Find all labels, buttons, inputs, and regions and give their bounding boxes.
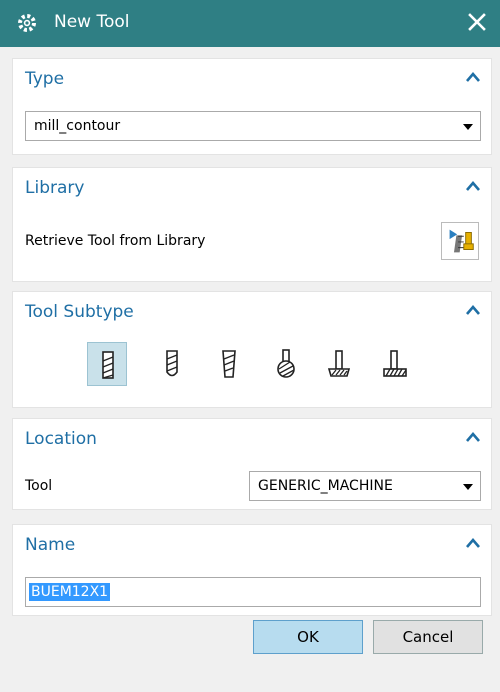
collapse-chevron-icon[interactable] — [465, 537, 481, 549]
collapse-chevron-icon[interactable] — [465, 431, 481, 443]
tool-subtype-section-title: Tool Subtype — [25, 302, 134, 322]
close-icon[interactable] — [466, 11, 488, 33]
spherical-mill-icon — [277, 349, 295, 378]
name-section: Name BUEM12X1 — [12, 524, 492, 616]
tool-name-selected-text: BUEM12X1 — [29, 583, 111, 601]
subtype-t-cutter[interactable] — [319, 342, 359, 386]
location-section-title: Location — [25, 429, 97, 449]
subtype-mill[interactable] — [87, 342, 127, 386]
collapse-chevron-icon[interactable] — [465, 71, 481, 83]
barrel-cutter-icon — [383, 350, 407, 377]
name-section-title: Name — [25, 535, 76, 555]
cancel-button[interactable]: Cancel — [373, 620, 483, 654]
subtype-chamfer-mill[interactable] — [209, 342, 249, 386]
library-section-title: Library — [25, 178, 85, 198]
ok-button[interactable]: OK — [253, 620, 363, 654]
dropdown-arrow-icon — [463, 484, 473, 490]
tool-name-input[interactable]: BUEM12X1 — [25, 577, 481, 607]
collapse-chevron-icon[interactable] — [465, 180, 481, 192]
chamfer-mill-icon — [222, 350, 236, 378]
retrieve-tool-button[interactable] — [441, 222, 479, 260]
retrieve-tool-label: Retrieve Tool from Library — [25, 233, 206, 249]
mill-icon — [102, 351, 114, 379]
gear-icon — [18, 14, 36, 32]
tool-subtype-section: Tool Subtype — [12, 291, 492, 408]
tool-label: Tool — [25, 478, 53, 494]
library-section: Library Retrieve Tool from Library — [12, 167, 492, 282]
collapse-chevron-icon[interactable] — [465, 304, 481, 316]
library-retrieve-icon — [449, 229, 474, 253]
subtype-spherical-mill[interactable] — [266, 342, 306, 386]
type-section: Type mill_contour — [12, 58, 492, 155]
type-section-title: Type — [25, 69, 65, 89]
subtype-ball-mill[interactable] — [152, 342, 192, 386]
type-select[interactable]: mill_contour — [25, 111, 481, 141]
tool-machine-select-value: GENERIC_MACHINE — [258, 478, 393, 494]
t-cutter-icon — [327, 350, 351, 377]
type-select-value: mill_contour — [34, 118, 121, 134]
ball-mill-icon — [166, 350, 178, 377]
location-section: Location Tool GENERIC_MACHINE — [12, 418, 492, 510]
window-title: New Tool — [54, 12, 130, 32]
tool-machine-select[interactable]: GENERIC_MACHINE — [249, 471, 481, 501]
title-bar: New Tool — [0, 0, 500, 47]
subtype-barrel-cutter[interactable] — [375, 342, 415, 386]
dropdown-arrow-icon — [463, 124, 473, 130]
